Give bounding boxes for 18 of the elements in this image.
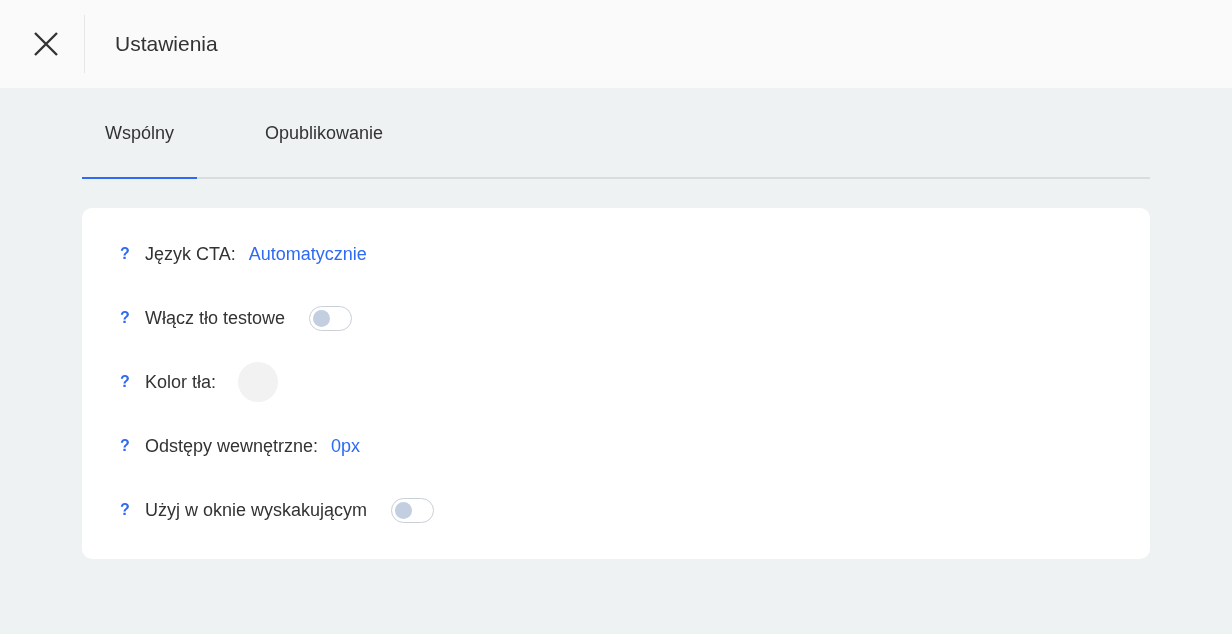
value-link[interactable]: Automatycznie <box>248 240 367 268</box>
setting-label: Język CTA: <box>145 242 236 266</box>
toggle-switch[interactable] <box>309 305 353 331</box>
close-icon[interactable] <box>33 31 59 57</box>
help-link[interactable]: ? <box>118 498 145 522</box>
setting-label: Odstępy wewnętrzne: <box>145 434 319 458</box>
toggle-switch[interactable] <box>391 497 435 523</box>
help-link[interactable]: ? <box>118 370 145 394</box>
help-link[interactable]: ? <box>118 242 145 266</box>
setting-label: Użyj w oknie wyskakującym <box>145 498 368 522</box>
help-link[interactable]: ? <box>118 306 145 330</box>
value-link[interactable]: 0px <box>331 432 361 460</box>
help-link[interactable]: ? <box>118 434 145 458</box>
window-title: Ustawienia <box>115 31 218 58</box>
setting-label: Włącz tło testowe <box>145 306 286 330</box>
tab[interactable]: Wspólny <box>82 105 198 179</box>
tab[interactable]: Opublikowanie <box>242 105 407 179</box>
setting-label: Kolor tła: <box>145 370 217 394</box>
